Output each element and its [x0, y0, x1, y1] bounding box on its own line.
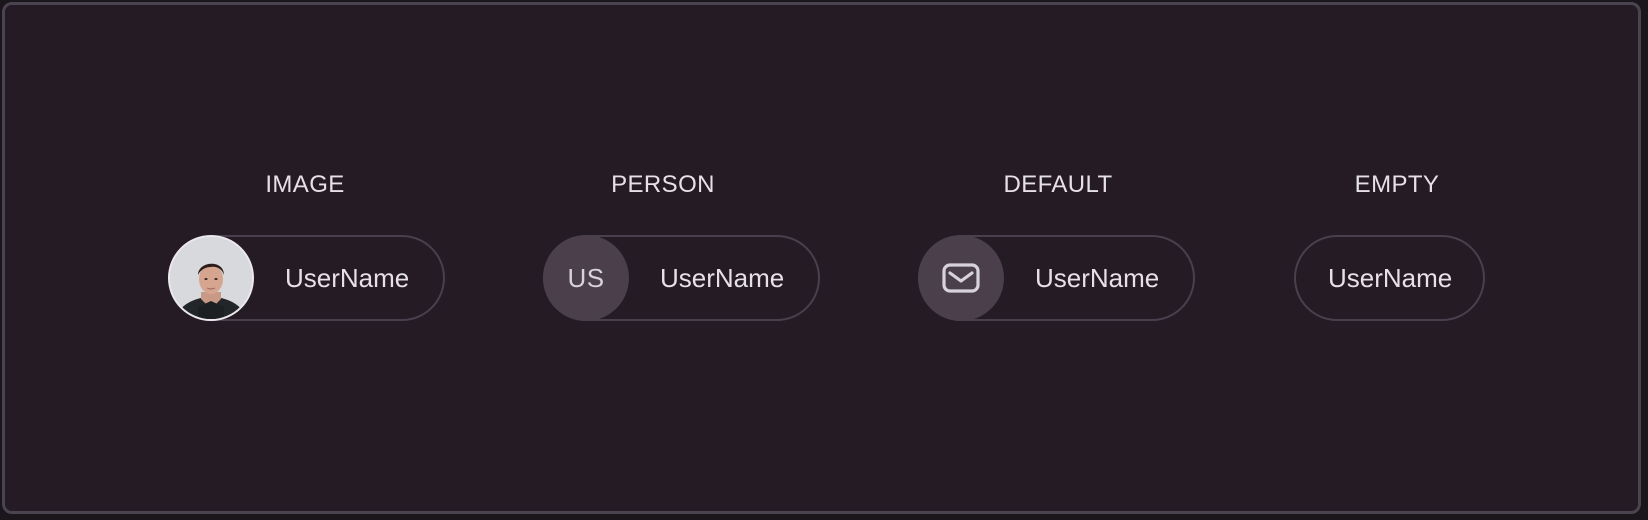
variant-empty-column: EMPTY [1347, 171, 1447, 199]
variant-person-column: PERSON [593, 171, 733, 199]
variant-title-image: IMAGE [265, 171, 345, 198]
avatar-initials: US [543, 235, 629, 321]
mail-icon [942, 263, 980, 293]
avatar [918, 235, 1004, 321]
user-chip-empty[interactable]: UserName [1294, 235, 1485, 321]
avatar-photo [170, 237, 252, 319]
user-chip-image[interactable]: UserName [168, 235, 445, 321]
variant-image-column: IMAGE [235, 171, 375, 199]
variant-default-column: DEFAULT [978, 171, 1138, 199]
variant-title-person: PERSON [611, 171, 715, 198]
user-name-label: UserName [1035, 263, 1160, 293]
component-canvas: IMAGE UserName PERSON US UserName DEFAUL… [2, 2, 1641, 514]
user-chip-default[interactable]: UserName [918, 235, 1195, 321]
user-chip-person[interactable]: US UserName [543, 235, 820, 321]
avatar [168, 235, 254, 321]
user-name-label: UserName [285, 263, 410, 293]
variant-title-empty: EMPTY [1354, 171, 1440, 198]
user-name-label: UserName [660, 263, 785, 293]
variant-title-default: DEFAULT [1003, 171, 1113, 198]
user-name-label: UserName [1328, 263, 1453, 293]
